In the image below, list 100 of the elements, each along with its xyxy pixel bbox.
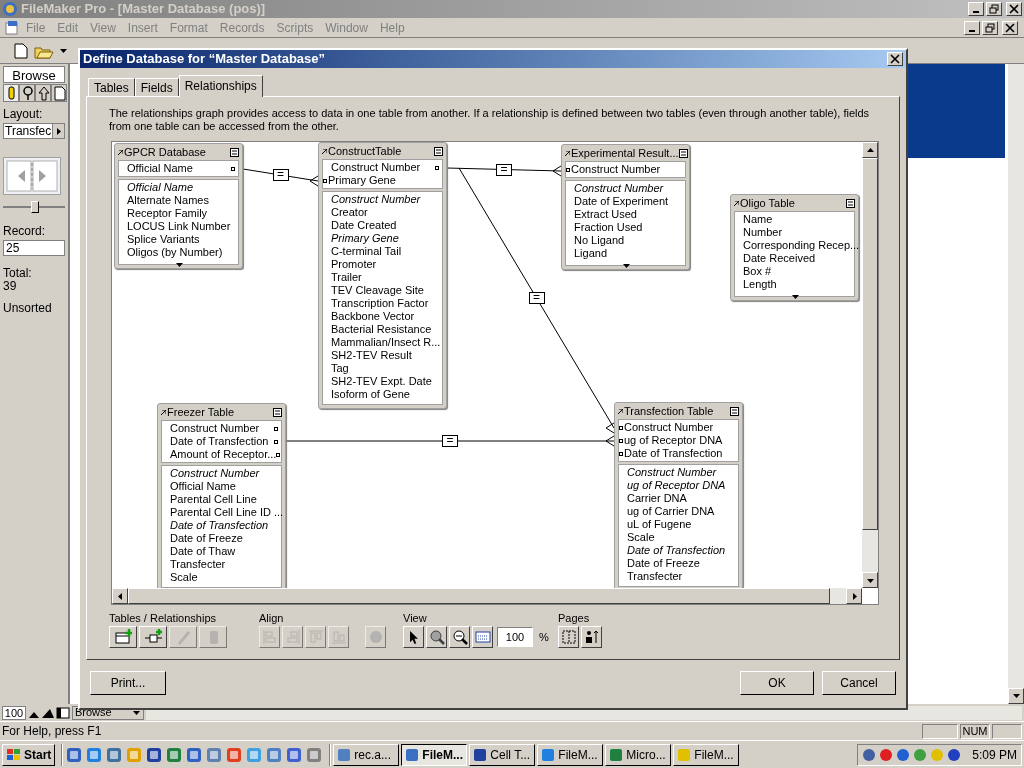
join-operator[interactable]: = [496, 163, 512, 176]
port-icon[interactable] [274, 439, 278, 444]
port-icon[interactable] [566, 167, 570, 172]
port-icon[interactable] [619, 425, 623, 430]
print-button[interactable]: Print... [90, 671, 166, 695]
join-operator[interactable]: = [528, 292, 545, 304]
collapse-icon[interactable] [730, 406, 739, 416]
status-area-icon[interactable] [56, 706, 70, 719]
tool-button[interactable] [403, 626, 424, 648]
quick-launch-icon[interactable] [206, 746, 223, 763]
new-file-icon[interactable] [14, 42, 28, 59]
collapse-icon[interactable] [846, 198, 855, 208]
key-field-row[interactable]: Primary Gene [323, 174, 442, 187]
join-operator[interactable]: = [272, 169, 289, 181]
scroll-down-icon[interactable] [792, 295, 799, 299]
tool-button[interactable] [558, 626, 579, 648]
tool-button[interactable] [109, 626, 137, 648]
tool-button[interactable] [449, 626, 470, 648]
tool-button[interactable] [139, 626, 167, 648]
tab[interactable]: Fields [134, 78, 179, 96]
relationship-line[interactable] [242, 168, 319, 187]
mode-button[interactable] [3, 84, 19, 102]
taskbar-button[interactable]: Micro... [605, 743, 672, 766]
mode-button[interactable] [35, 84, 51, 102]
table-card[interactable]: Experimental Result... Construct Number Construct Number Date of Experiment Extract Used Fraction Used No Ligand Ligand [561, 144, 690, 270]
taskbar-button[interactable]: FileM... [673, 743, 740, 766]
port-icon[interactable] [619, 438, 623, 443]
tab[interactable]: Tables [88, 78, 135, 96]
quick-launch-icon[interactable] [86, 746, 103, 763]
tab[interactable]: Relationships [178, 75, 263, 97]
port-icon[interactable] [231, 166, 235, 171]
quick-launch-icon[interactable] [306, 746, 323, 763]
tool-button[interactable] [472, 626, 493, 648]
tray-icon[interactable] [896, 747, 911, 762]
minimize-button[interactable] [968, 2, 984, 16]
vertical-scrollbar[interactable] [862, 142, 878, 588]
flip-book-icon[interactable] [3, 157, 61, 195]
scroll-down-icon[interactable] [176, 263, 183, 267]
tray-icon[interactable] [947, 747, 962, 762]
close-button[interactable] [887, 52, 903, 66]
table-card[interactable] [318, 142, 447, 409]
record-field[interactable]: 25 [3, 240, 65, 256]
quick-launch-icon[interactable] [266, 746, 283, 763]
scroll-down-icon[interactable] [866, 576, 874, 584]
table-card[interactable] [157, 403, 286, 588]
taskbar-button[interactable]: FileM... [537, 743, 604, 766]
restore-button[interactable] [986, 2, 1002, 16]
tool-button[interactable] [426, 626, 447, 648]
port-icon[interactable] [323, 178, 327, 183]
start-button[interactable]: Start [2, 743, 56, 766]
port-icon[interactable] [276, 452, 281, 457]
taskbar-button[interactable]: Cell T... [469, 743, 536, 766]
scroll-down-icon[interactable] [623, 264, 630, 268]
key-field-row[interactable]: Official Name [119, 162, 238, 175]
tray-icon[interactable] [862, 747, 877, 762]
vertical-scrollbar[interactable] [1008, 64, 1024, 704]
key-field-row[interactable]: Date of Transfection [162, 435, 281, 448]
document-minimize-button[interactable] [964, 20, 980, 35]
table-card[interactable]: GPCR Database Official Name Official Name Alternate Names Receptor Family LOCUS Link Number Splice Variants Oligos (by Number) [114, 143, 243, 269]
port-icon[interactable] [274, 426, 278, 431]
tool-button[interactable] [581, 626, 602, 648]
layout-dropdown[interactable]: Transfec [3, 123, 65, 139]
key-field-row[interactable]: ug of Receptor DNA [619, 434, 738, 447]
mode-button[interactable] [19, 84, 35, 102]
scroll-down-icon[interactable] [1012, 694, 1020, 698]
key-field-row[interactable]: Construct Number [619, 421, 738, 434]
collapse-icon[interactable] [434, 146, 443, 156]
quick-launch-icon[interactable] [146, 746, 163, 763]
table-card[interactable] [614, 402, 743, 588]
taskbar-button[interactable]: rec.a... [333, 743, 400, 766]
relationship-line[interactable] [446, 165, 562, 177]
quick-launch-icon[interactable] [106, 746, 123, 763]
document-icon[interactable] [4, 19, 20, 36]
scroll-up-icon[interactable] [866, 146, 874, 154]
ok-button[interactable]: OK [740, 671, 814, 695]
quick-launch-icon[interactable] [186, 746, 203, 763]
zoom-level[interactable]: 100 [2, 705, 26, 720]
cancel-button[interactable]: Cancel [822, 671, 896, 695]
mode-button[interactable] [51, 84, 67, 102]
port-icon[interactable] [435, 165, 439, 170]
quick-launch-icon[interactable] [226, 746, 243, 763]
key-field-row[interactable]: Construct Number [566, 163, 685, 176]
record-slider[interactable] [3, 201, 65, 213]
key-field-row[interactable]: Amount of Receptor... [162, 448, 281, 461]
quick-launch-icon[interactable] [286, 746, 303, 763]
key-field-row[interactable]: Construct Number [162, 422, 281, 435]
scroll-right-icon[interactable] [850, 592, 858, 600]
zoom-field[interactable]: 100 [497, 627, 533, 647]
taskbar-button[interactable]: FileM... [401, 743, 468, 766]
key-field-row[interactable]: Date of Transfection [619, 447, 738, 460]
key-field-row[interactable]: Construct Number [323, 161, 442, 174]
port-icon[interactable] [619, 451, 623, 456]
scroll-left-icon[interactable] [116, 592, 124, 600]
document-close-button[interactable] [1002, 20, 1018, 35]
join-operator[interactable]: = [442, 435, 458, 447]
close-button[interactable] [1006, 2, 1022, 16]
table-card[interactable]: Oligo Table Name Number Corresponding Recep... Date Received Box # Length [730, 194, 859, 301]
quick-launch-icon[interactable] [66, 746, 83, 763]
collapse-icon[interactable] [678, 148, 688, 158]
document-restore-button[interactable] [982, 20, 998, 35]
